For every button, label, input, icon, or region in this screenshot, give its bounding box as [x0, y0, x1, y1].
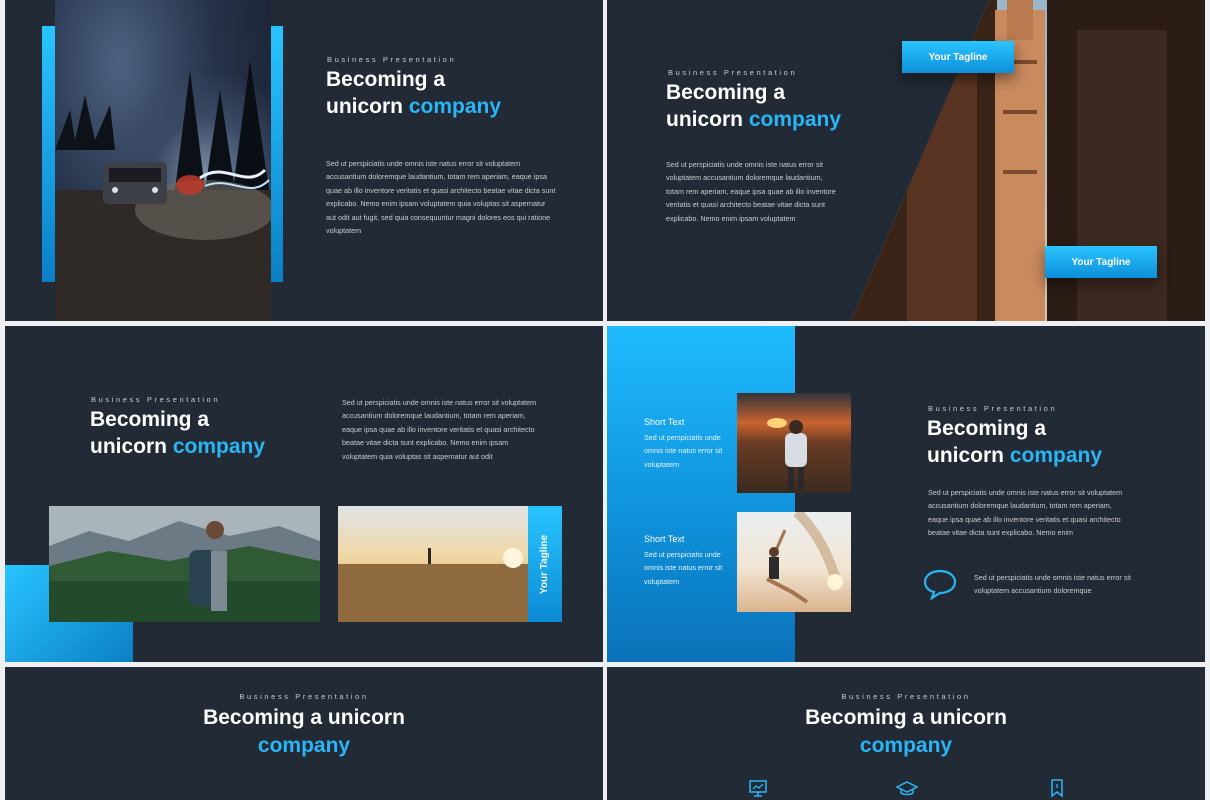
- slide-title: Becoming a unicorn company: [326, 66, 501, 120]
- slide-title: Becoming a unicorn company: [90, 406, 265, 460]
- campsite-night-photo: [55, 0, 271, 321]
- short-text-title-2: Short Text: [644, 534, 685, 544]
- title-line-2: unicorn company: [326, 93, 501, 120]
- bookmark-icon: [1051, 779, 1063, 798]
- title-accent: company: [408, 95, 502, 118]
- title-accent: company: [172, 435, 266, 458]
- slide-5[interactable]: Business Presentation Becoming a unicorn…: [5, 667, 603, 800]
- tagline-button-top[interactable]: Your Tagline: [902, 41, 1014, 73]
- short-text-body-1: Sed ut perspiciatis unde omnis iste natu…: [644, 433, 723, 469]
- graduation-cap-icon: [896, 781, 918, 796]
- slide-4[interactable]: Short Text Sed ut perspiciatis unde omni…: [607, 326, 1205, 662]
- title-line-1: Becoming a unicorn: [805, 706, 1007, 729]
- title-line-2: company: [257, 734, 351, 757]
- title-plain: unicorn: [326, 95, 409, 118]
- title-line-1: Becoming a: [927, 417, 1047, 440]
- left-accent-bar: [42, 26, 55, 282]
- title-plain: unicorn: [927, 444, 1010, 467]
- title-line-1: Becoming a: [326, 68, 446, 91]
- body-paragraph: Sed ut perspiciatis unde omnis iste natu…: [326, 159, 556, 236]
- tagline-text: Your Tagline: [539, 534, 551, 594]
- eyebrow-text: Business Presentation: [91, 395, 221, 404]
- speech-bubble-icon: [923, 569, 957, 600]
- campsite-scene-icon: [55, 60, 271, 321]
- woman-beach-sand-photo: [737, 512, 851, 612]
- right-accent-bar: [271, 26, 283, 282]
- slide-1[interactable]: Business Presentation Becoming a unicorn…: [5, 0, 603, 321]
- title-plain: unicorn: [90, 435, 173, 458]
- eyebrow-text: Business Presentation: [239, 692, 369, 701]
- tagline-button-bottom[interactable]: Your Tagline: [1045, 246, 1157, 278]
- slide-2[interactable]: Business Presentation Becoming a unicorn…: [607, 0, 1205, 321]
- title-line-1: Becoming a: [90, 408, 210, 431]
- eyebrow-text: Business Presentation: [928, 404, 1058, 413]
- title-line-1: Becoming a unicorn: [203, 706, 405, 729]
- title-line-2: unicorn company: [927, 442, 1102, 469]
- field-sunset-photo: [338, 506, 530, 622]
- tagline-vertical[interactable]: Your Tagline: [528, 506, 562, 622]
- title-line-2: company: [859, 734, 953, 757]
- title-accent: company: [1009, 444, 1103, 467]
- short-text-body-2: Sed ut perspiciatis unde omnis iste natu…: [644, 550, 723, 586]
- presentation-board-icon: [749, 780, 767, 797]
- short-text-title-1: Short Text: [644, 417, 685, 427]
- slide-title: Becoming a unicorn company: [607, 704, 1205, 760]
- slide-title: Becoming a unicorn company: [5, 704, 603, 760]
- title-line-2: unicorn company: [90, 433, 265, 460]
- quote-paragraph: Sed ut perspiciatis unde omnis iste natu…: [974, 573, 1132, 596]
- hiker-mountain-photo: [49, 506, 320, 622]
- slide-6[interactable]: Business Presentation Becoming a unicorn…: [607, 667, 1205, 800]
- body-paragraph: Sed ut perspiciatis unde omnis iste natu…: [342, 398, 537, 461]
- person-sunset-cliff-photo: [737, 393, 851, 493]
- eyebrow-text: Business Presentation: [327, 55, 457, 64]
- eyebrow-text: Business Presentation: [841, 692, 971, 701]
- body-paragraph: Sed ut perspiciatis unde omnis iste natu…: [928, 488, 1123, 538]
- slide-3[interactable]: Business Presentation Becoming a unicorn…: [5, 326, 603, 662]
- slide-title: Becoming a unicorn company: [927, 415, 1102, 469]
